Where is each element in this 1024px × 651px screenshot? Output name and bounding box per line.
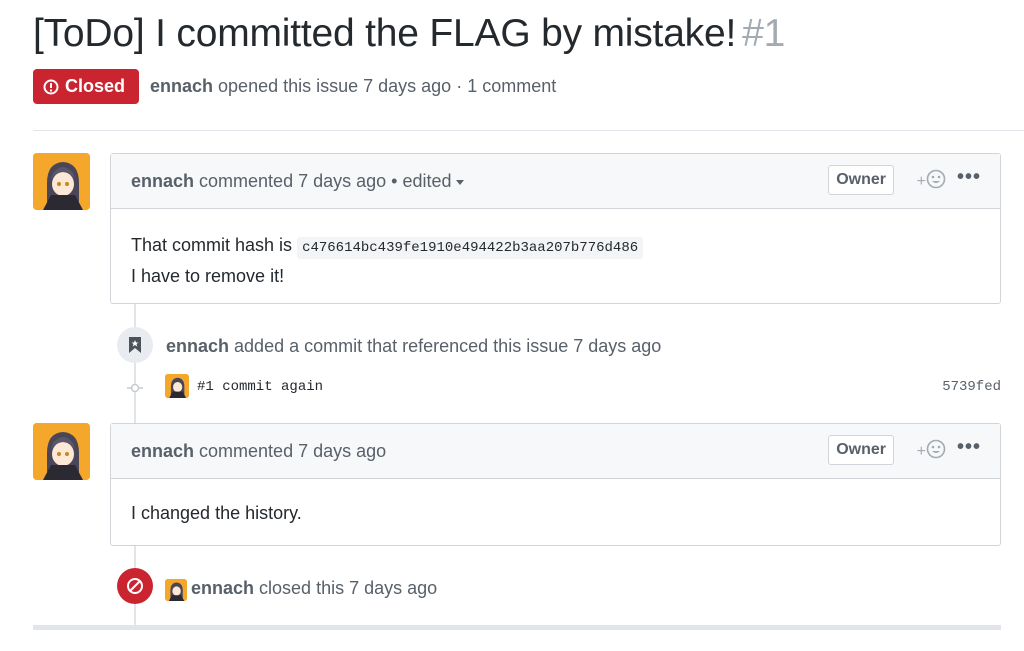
comment-body: That commit hash is c476614bc439fe1910e4…: [111, 209, 1000, 312]
event-author[interactable]: ennach: [166, 336, 229, 356]
owner-badge: Owner: [828, 435, 894, 465]
reference-event: ennach added a commit that referenced th…: [166, 336, 661, 357]
author-link[interactable]: ennach: [150, 76, 213, 96]
edited-dropdown[interactable]: • edited: [386, 171, 464, 191]
bookmark-icon: [117, 327, 153, 363]
issue-closed-icon: [43, 79, 59, 95]
commit-sha-link[interactable]: 5739fed: [942, 379, 1001, 395]
more-options-button[interactable]: •••: [957, 436, 981, 459]
git-commit-icon: [127, 380, 143, 396]
add-reaction-button[interactable]: +: [917, 439, 946, 464]
comment-line: That commit hash is c476614bc439fe1910e4…: [131, 231, 980, 262]
comment-author[interactable]: ennach: [131, 441, 194, 461]
plus-label: +: [916, 172, 926, 190]
comment-time[interactable]: commented 7 days ago: [194, 441, 386, 461]
closed-event: ennach closed this 7 days ago: [191, 578, 437, 599]
comment-meta: ennach commented 7 days ago: [131, 441, 386, 462]
comment-body: I changed the history.: [111, 479, 1000, 549]
commit-hash-code: c476614bc439fe1910e494422b3aa207b776d486: [297, 237, 644, 259]
commit-avatar[interactable]: [165, 374, 189, 398]
issue-number: #1: [742, 12, 786, 55]
comment-time[interactable]: commented 7 days ago: [194, 171, 386, 191]
divider: [33, 130, 1024, 131]
event-text: added a commit that referenced this issu…: [229, 336, 662, 356]
comment-box: ennach commented 7 days ago Owner + ••• …: [110, 423, 1001, 546]
comment-meta: ennach commented 7 days ago • edited: [131, 171, 464, 192]
status-badge: Closed: [33, 69, 139, 104]
owner-badge: Owner: [828, 165, 894, 195]
issue-title-text: [ToDo] I committed the FLAG by mistake!: [33, 12, 737, 55]
comment-header: ennach commented 7 days ago Owner + •••: [111, 424, 1000, 479]
edited-label: • edited: [386, 171, 452, 191]
timeline-end-bar: [33, 625, 1001, 630]
event-author[interactable]: ennach: [191, 578, 254, 598]
status-label: Closed: [65, 76, 126, 96]
comment-line: I have to remove it!: [131, 266, 285, 286]
event-text: closed this 7 days ago: [254, 578, 438, 598]
comment-header: ennach commented 7 days ago • edited Own…: [111, 154, 1000, 209]
closer-avatar[interactable]: [165, 579, 187, 601]
avatar[interactable]: [33, 153, 90, 210]
avatar[interactable]: [33, 423, 90, 480]
comment-line: I changed the history.: [131, 503, 302, 523]
issue-meta-text: opened this issue 7 days ago · 1 comment: [213, 76, 557, 96]
comment-author[interactable]: ennach: [131, 171, 194, 191]
comment-box: ennach commented 7 days ago • edited Own…: [110, 153, 1001, 304]
smiley-icon: [926, 439, 946, 464]
issue-meta: ennach opened this issue 7 days ago · 1 …: [150, 76, 556, 97]
add-reaction-button[interactable]: +: [917, 169, 946, 194]
issue-title: [ToDo] I committed the FLAG by mistake! #…: [33, 12, 785, 56]
smiley-icon: [926, 169, 946, 194]
chevron-down-icon: [455, 179, 464, 185]
comment-text: That commit hash is: [131, 235, 298, 255]
more-options-button[interactable]: •••: [957, 166, 981, 189]
plus-label: +: [916, 442, 926, 460]
commit-message-link[interactable]: #1 commit again: [197, 379, 323, 395]
closed-circle-icon: [117, 568, 153, 604]
